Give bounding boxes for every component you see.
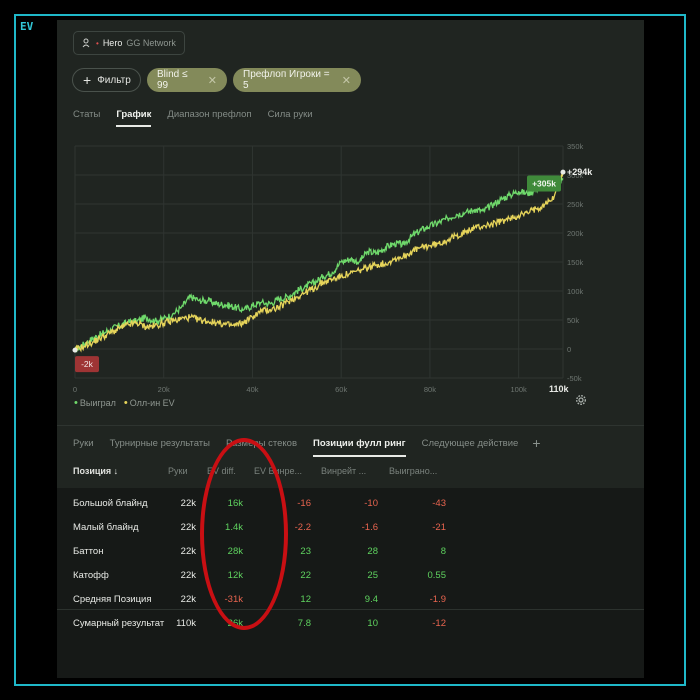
x-end-label: 110k (549, 384, 570, 393)
y-tick-label: 100k (567, 287, 584, 296)
add-filter-button[interactable]: + Фильтр (72, 68, 141, 92)
y-tick-label: 200k (567, 229, 584, 238)
add-filter-label: Фильтр (97, 74, 131, 86)
tab-stats[interactable]: Статы (73, 109, 100, 127)
cell-position: Баттон (73, 546, 104, 557)
tab-next-action[interactable]: Следующее действие (422, 438, 519, 457)
table-row[interactable]: Малый блайнд 22k 1.4k -2.2 -1.6 -21 (57, 522, 644, 542)
close-icon[interactable]: ✕ (342, 74, 351, 87)
cell-position: Большой блайнд (73, 498, 148, 509)
table-row[interactable]: Большой блайнд 22k 16k -16 -10 -43 (57, 498, 644, 518)
start-badge-label: -2k (81, 359, 94, 369)
cell-won: -12 (432, 618, 446, 629)
cell-ev-winrate: 7.8 (297, 618, 311, 629)
cell-hands: 22k (180, 522, 196, 533)
tab-graph[interactable]: График (116, 109, 152, 127)
filter-bar: + Фильтр Blind ≤ 99 ✕ Префлоп Игроки = 5… (72, 68, 361, 92)
report-tabs: Руки Турнирные результаты Размеры стеков… (73, 436, 541, 457)
player-name: Hero (102, 38, 123, 48)
cell-hands: 22k (180, 570, 196, 581)
player-network: GG Network (126, 38, 176, 48)
x-tick-label: 100k (511, 385, 528, 393)
ev-end-badge-label: +305k (532, 178, 556, 188)
corner-tag: EV (20, 20, 34, 33)
cell-won: -21 (432, 522, 446, 533)
x-tick-label: 40k (246, 385, 258, 393)
table-header: Позиция ↓ Руки EV diff. EV Винре... Винр… (57, 466, 644, 486)
player-selector[interactable]: • Hero GG Network (73, 31, 185, 55)
table-row-total[interactable]: Сумарный результат 110k 26k 7.8 10 -12 (57, 618, 644, 638)
cell-hands: 22k (180, 546, 196, 557)
tab-hand-strength[interactable]: Сила руки (268, 109, 313, 127)
column-header-position[interactable]: Позиция ↓ (73, 466, 118, 476)
cell-hands: 22k (180, 498, 196, 509)
chart-container: -50k 0 50k 100k 150k 200k 250k 300k 350k 0 20k 40k 6… (57, 138, 644, 398)
cell-hands: 22k (180, 594, 196, 605)
dot-icon: • (96, 38, 99, 48)
section-divider (57, 425, 644, 426)
filter-chip-blind[interactable]: Blind ≤ 99 ✕ (147, 68, 227, 92)
x-tick-label: 80k (424, 385, 436, 393)
highlight-oval (200, 438, 288, 630)
table-row[interactable]: Катофф 22k 12k 22 25 0.55 (57, 570, 644, 590)
total-divider (57, 609, 644, 610)
filter-chip-players[interactable]: Префлоп Игроки = 5 ✕ (233, 68, 361, 92)
cell-winrate: 9.4 (364, 594, 378, 605)
filter-chip-label: Префлоп Игроки = 5 (243, 69, 330, 91)
won-end-label: +294k (567, 167, 593, 177)
start-point (72, 347, 78, 353)
table-row[interactable]: Средняя Позиция 22k -31k 12 9.4 -1.9 (57, 594, 644, 614)
gear-icon[interactable] (575, 394, 587, 406)
column-header-hands[interactable]: Руки (168, 466, 187, 476)
x-tick-label: 0 (73, 385, 77, 393)
y-tick-label: 0 (567, 345, 571, 354)
y-tick-label: 250k (567, 200, 584, 209)
close-icon[interactable]: ✕ (208, 74, 217, 87)
legend-item-won[interactable]: • Выиграл (74, 397, 116, 409)
x-tick-label: 20k (158, 385, 170, 393)
series-line-allin-ev (74, 171, 564, 353)
legend-label: Выиграл (79, 398, 116, 408)
column-header-winrate[interactable]: Винрейт ... (321, 466, 366, 476)
cell-position: Катофф (73, 570, 109, 581)
cell-won: 8 (440, 546, 446, 557)
cell-winrate: 28 (367, 546, 378, 557)
y-tick-label: 150k (567, 258, 584, 267)
cell-won: -43 (432, 498, 446, 509)
cell-won: 0.55 (427, 570, 447, 581)
legend-item-ev[interactable]: • Олл-ин EV (124, 397, 175, 409)
plus-icon: + (83, 72, 92, 88)
tab-positions-full-ring[interactable]: Позиции фулл ринг (313, 438, 406, 457)
tab-preflop-range[interactable]: Диапазон префлоп (167, 109, 251, 127)
cell-winrate: 25 (367, 570, 378, 581)
x-tick-label: 60k (335, 385, 347, 393)
cell-position: Средняя Позиция (73, 594, 152, 605)
legend-label: Олл-ин EV (129, 398, 175, 408)
y-tick-label: -50k (567, 374, 582, 383)
tab-tournament-results[interactable]: Турнирные результаты (110, 438, 210, 457)
main-tabs: Статы График Диапазон префлоп Сила руки (73, 109, 329, 127)
user-icon (82, 38, 90, 48)
profit-chart: -50k050k100k150k200k250k300k350k0 20k 40k 6… (72, 142, 593, 394)
y-tick-label: 350k (567, 142, 584, 151)
cell-winrate: -1.6 (361, 522, 378, 533)
y-tick-label: 50k (567, 316, 579, 325)
filter-chip-label: Blind ≤ 99 (157, 69, 188, 91)
chart-legend: • Выиграл • Олл-ин EV (74, 397, 175, 409)
end-point (560, 169, 566, 175)
app-window: • Hero GG Network + Фильтр Blind ≤ 99 ✕ П… (57, 20, 644, 678)
cell-winrate: 10 (367, 618, 378, 629)
add-tab-icon[interactable]: + (532, 436, 540, 457)
tab-hands[interactable]: Руки (73, 438, 94, 457)
column-header-won[interactable]: Выиграно... (389, 466, 437, 476)
cell-winrate: -10 (364, 498, 378, 509)
cell-won: -1.9 (429, 594, 446, 605)
cell-hands: 110k (176, 618, 196, 629)
cell-position: Малый блайнд (73, 522, 139, 533)
table-row[interactable]: Баттон 22k 28k 23 28 8 (57, 546, 644, 566)
